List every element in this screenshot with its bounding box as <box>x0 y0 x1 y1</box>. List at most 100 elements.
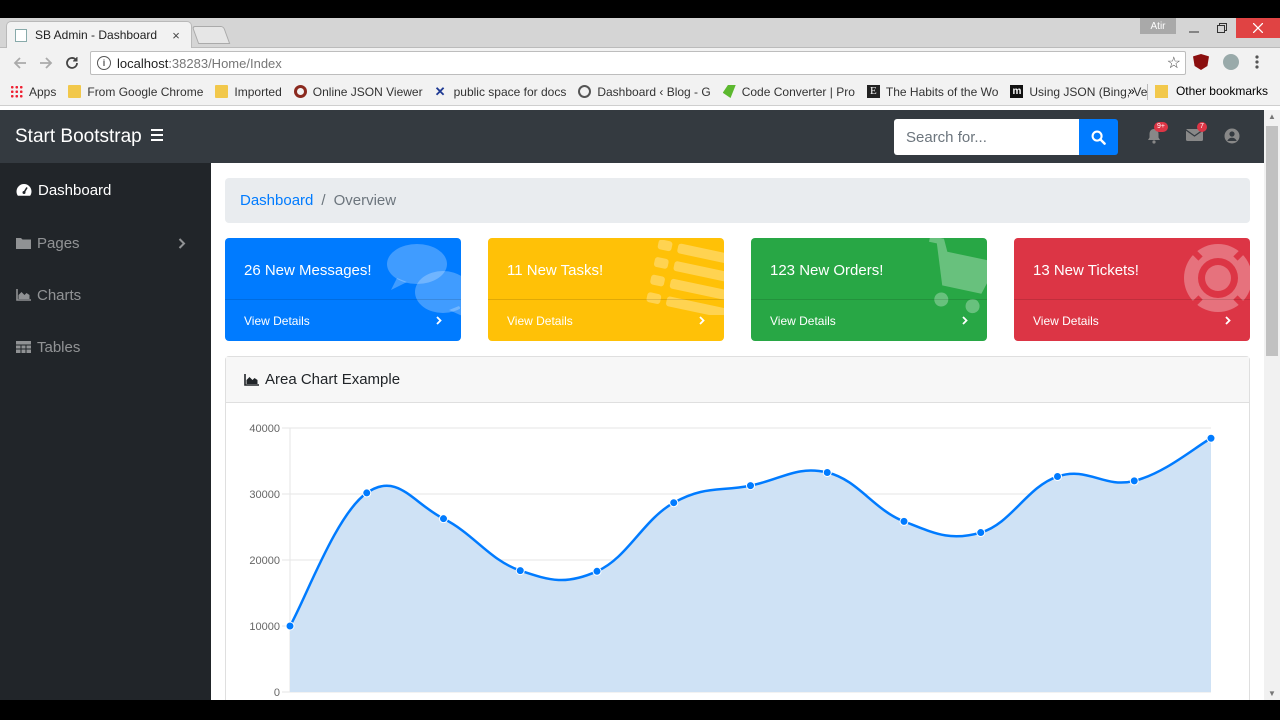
extension-icon[interactable] <box>1223 54 1239 70</box>
data-point <box>439 514 448 524</box>
address-bar[interactable]: i localhost:38283/Home/Index ☆ <box>90 51 1186 75</box>
area-chart-card: Area Chart Example 0 10000 20000 30000 40000 <box>225 356 1250 700</box>
data-point <box>899 516 909 526</box>
bookmark-code-converter[interactable]: Code Converter | Pro <box>722 85 855 99</box>
scroll-down-arrow-icon[interactable]: ▼ <box>1268 689 1276 698</box>
tasks-card: 11 New Tasks! View Details <box>488 238 724 341</box>
area-fill <box>290 438 1211 692</box>
tab-strip: SB Admin - Dashboard × Atir <box>0 18 1280 48</box>
folder-icon <box>1154 84 1168 98</box>
bookmark-apps[interactable]: Apps <box>10 85 56 99</box>
restore-icon[interactable] <box>1208 18 1236 38</box>
alerts-badge: 9+ <box>1154 122 1168 132</box>
scrollbar-thumb[interactable] <box>1266 126 1278 356</box>
chevron-right-icon <box>699 316 705 325</box>
site-info-icon[interactable]: i <box>97 56 111 70</box>
minimize-icon[interactable] <box>1180 18 1208 38</box>
area-chart-icon <box>244 373 259 386</box>
bookmarks-divider <box>1147 84 1148 100</box>
messages-card: 26 New Messages! View Details <box>225 238 461 341</box>
chevron-right-icon <box>178 237 186 249</box>
y-tick-label: 0 <box>274 687 280 699</box>
code-converter-icon <box>722 85 736 98</box>
messages-card-title: 26 New Messages! <box>244 262 372 279</box>
brand-title[interactable]: Start Bootstrap <box>15 126 142 148</box>
alerts-button[interactable]: 9+ <box>1146 122 1168 146</box>
profile-button[interactable]: Atir <box>1140 18 1176 34</box>
data-point <box>976 528 986 538</box>
chevron-right-icon <box>1225 316 1231 325</box>
reload-icon[interactable] <box>59 50 85 76</box>
bookmark-habits[interactable]: E The Habits of the Wo <box>866 85 998 99</box>
bookmark-online-json-viewer[interactable]: Online JSON Viewer <box>293 85 423 99</box>
bookmark-using-json[interactable]: m Using JSON (Bing, Ve <box>1010 85 1147 99</box>
messages-button[interactable]: 7 <box>1185 122 1207 146</box>
bookmark-dashboard-blog[interactable]: Dashboard ‹ Blog - G <box>578 85 711 99</box>
data-point <box>592 566 602 576</box>
orders-card-title: 123 New Orders! <box>770 262 884 279</box>
sidebar: Dashboard Pages Charts Tables <box>0 163 211 700</box>
tab-title: SB Admin - Dashboard <box>35 28 158 42</box>
apps-grid-icon <box>10 85 23 98</box>
y-tick-label: 30000 <box>249 489 280 501</box>
sidebar-item-dashboard[interactable]: Dashboard <box>16 180 196 200</box>
messages-badge: 7 <box>1197 122 1207 132</box>
data-point <box>669 498 679 508</box>
menu-dots-icon[interactable] <box>1255 54 1261 70</box>
tasks-card-title: 11 New Tasks! <box>507 262 604 279</box>
bookmarks-overflow-button[interactable]: » <box>1128 84 1135 98</box>
folder-icon <box>16 238 31 249</box>
new-tab-button[interactable] <box>191 26 231 44</box>
back-arrow-icon[interactable] <box>7 50 33 76</box>
search-button[interactable] <box>1079 119 1118 155</box>
folder-icon <box>215 85 229 98</box>
bookmark-from-google-chrome[interactable]: From Google Chrome <box>68 85 203 99</box>
orders-card: 123 New Orders! View Details <box>751 238 987 341</box>
breadcrumb-dashboard-link[interactable]: Dashboard <box>240 192 313 209</box>
area-chart-title: Area Chart Example <box>265 371 401 388</box>
m-icon: m <box>1010 85 1024 98</box>
data-point <box>362 488 372 498</box>
page-icon <box>15 28 27 42</box>
area-chart-header: Area Chart Example <box>226 357 1249 403</box>
tickets-card-view-details[interactable]: View Details <box>1014 299 1250 341</box>
search-input[interactable] <box>894 119 1079 155</box>
close-window-icon[interactable] <box>1236 18 1280 38</box>
data-point <box>822 467 832 477</box>
top-navbar: Start Bootstrap 9+ 7 <box>0 110 1264 163</box>
tachometer-icon <box>16 184 32 196</box>
search-icon <box>1091 130 1106 145</box>
messages-card-view-details[interactable]: View Details <box>225 299 461 341</box>
orders-card-view-details[interactable]: View Details <box>751 299 987 341</box>
bookmark-star-icon[interactable]: ☆ <box>1167 53 1181 73</box>
sidebar-toggle-icon[interactable] <box>151 129 163 143</box>
breadcrumb: Dashboard / Overview <box>225 178 1250 223</box>
data-point <box>285 621 295 631</box>
sidebar-item-pages[interactable]: Pages <box>16 233 196 253</box>
table-icon <box>16 341 31 353</box>
scroll-up-arrow-icon[interactable]: ▲ <box>1268 112 1276 121</box>
ublock-extension-icon[interactable] <box>1193 54 1209 70</box>
y-tick-label: 10000 <box>249 621 280 633</box>
sidebar-item-tables[interactable]: Tables <box>16 337 196 357</box>
tickets-card: 13 New Tickets! View Details <box>1014 238 1250 341</box>
other-bookmarks[interactable]: Other bookmarks <box>1154 84 1268 98</box>
sidebar-item-charts[interactable]: Charts <box>16 285 196 305</box>
page-scrollbar[interactable]: ▲ ▼ <box>1264 110 1280 700</box>
tasks-card-view-details[interactable]: View Details <box>488 299 724 341</box>
search-form <box>894 119 1118 155</box>
user-menu-button[interactable] <box>1224 128 1242 146</box>
forward-arrow-icon[interactable] <box>33 50 59 76</box>
bookmark-imported[interactable]: Imported <box>215 85 282 99</box>
window-controls: Atir <box>1140 18 1280 38</box>
y-tick-label: 40000 <box>249 423 280 435</box>
tab-close-icon[interactable]: × <box>169 28 183 43</box>
browser-tab[interactable]: SB Admin - Dashboard × <box>6 21 192 48</box>
breadcrumb-current: Overview <box>333 192 397 209</box>
bookmark-public-space[interactable]: ✕ public space for docs <box>435 85 567 99</box>
area-chart-icon <box>16 289 31 301</box>
area-chart: 0 10000 20000 30000 40000 <box>249 423 1216 699</box>
chevron-right-icon <box>962 316 968 325</box>
json-viewer-icon <box>293 85 307 98</box>
url-host: localhost <box>117 55 169 71</box>
